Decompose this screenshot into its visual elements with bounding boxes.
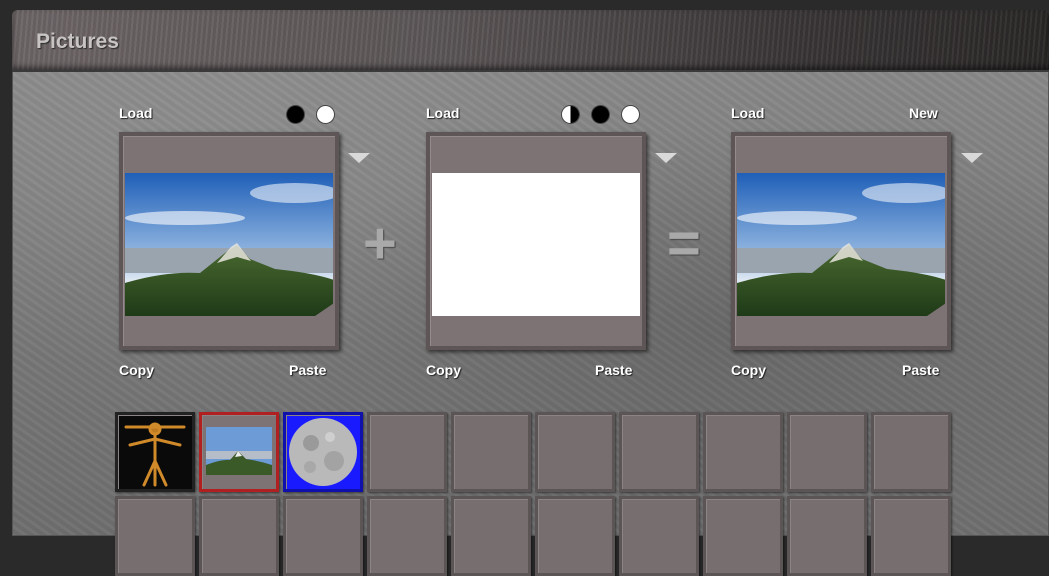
thumbnail-empty[interactable]	[871, 412, 951, 492]
thumbnail-moon[interactable]	[283, 412, 363, 492]
pictures-window: Pictures Load Copy Paste + Load Copy Pas…	[12, 10, 1049, 576]
window-title: Pictures	[36, 30, 119, 53]
thumbnail-empty[interactable]	[199, 496, 279, 576]
vitruvian-man-icon	[124, 422, 186, 487]
slot2-picture-panel[interactable]	[426, 132, 646, 350]
slot2-copy-button[interactable]: Copy	[426, 362, 461, 378]
thumbnail-empty[interactable]	[451, 496, 531, 576]
black-mode-icon[interactable]	[287, 106, 304, 123]
slot3-picture-panel[interactable]	[731, 132, 951, 350]
thumbnail-empty[interactable]	[535, 412, 615, 492]
half-mode-icon[interactable]	[562, 106, 579, 123]
slot2-load-button[interactable]: Load	[426, 105, 459, 121]
mountain-image	[125, 173, 333, 316]
slot3-copy-button[interactable]: Copy	[731, 362, 766, 378]
thumbnail-empty[interactable]	[367, 496, 447, 576]
thumbnail-empty[interactable]	[871, 496, 951, 576]
slot3-new-button[interactable]: New	[909, 105, 938, 121]
thumbnail-empty[interactable]	[787, 412, 867, 492]
thumbnail-empty[interactable]	[703, 412, 783, 492]
slot1-picture-panel[interactable]	[119, 132, 339, 350]
thumbnail-empty[interactable]	[787, 496, 867, 576]
equals-operator: =	[667, 211, 701, 276]
thumbnail-empty[interactable]	[367, 412, 447, 492]
thumbnail-empty[interactable]	[619, 496, 699, 576]
thumbnail-empty[interactable]	[451, 412, 531, 492]
thumbnail-empty[interactable]	[115, 496, 195, 576]
thumbnail-mountain-selected[interactable]	[199, 412, 279, 492]
thumbnail-empty[interactable]	[283, 496, 363, 576]
slot3-load-button[interactable]: Load	[731, 105, 764, 121]
thumbnail-empty[interactable]	[619, 412, 699, 492]
white-mode-icon[interactable]	[317, 106, 334, 123]
slot1-copy-button[interactable]: Copy	[119, 362, 154, 378]
mountain-thumbnail-image	[206, 427, 272, 475]
slot3-paste-button[interactable]: Paste	[902, 362, 939, 378]
black-mode-icon[interactable]	[592, 106, 609, 123]
plus-operator: +	[363, 211, 397, 276]
slot1-dropdown-icon[interactable]	[348, 153, 370, 163]
blank-image	[432, 173, 640, 316]
slot2-dropdown-icon[interactable]	[655, 153, 677, 163]
thumbnail-empty[interactable]	[535, 496, 615, 576]
slot1-paste-button[interactable]: Paste	[289, 362, 326, 378]
slot3-dropdown-icon[interactable]	[961, 153, 983, 163]
slot2-paste-button[interactable]: Paste	[595, 362, 632, 378]
moon-icon	[289, 418, 357, 486]
thumbnail-vitruvian[interactable]	[115, 412, 195, 492]
slot1-load-button[interactable]: Load	[119, 105, 152, 121]
thumbnail-empty[interactable]	[703, 496, 783, 576]
mountain-image	[737, 173, 945, 316]
title-bar[interactable]: Pictures	[12, 10, 1049, 72]
white-mode-icon[interactable]	[622, 106, 639, 123]
